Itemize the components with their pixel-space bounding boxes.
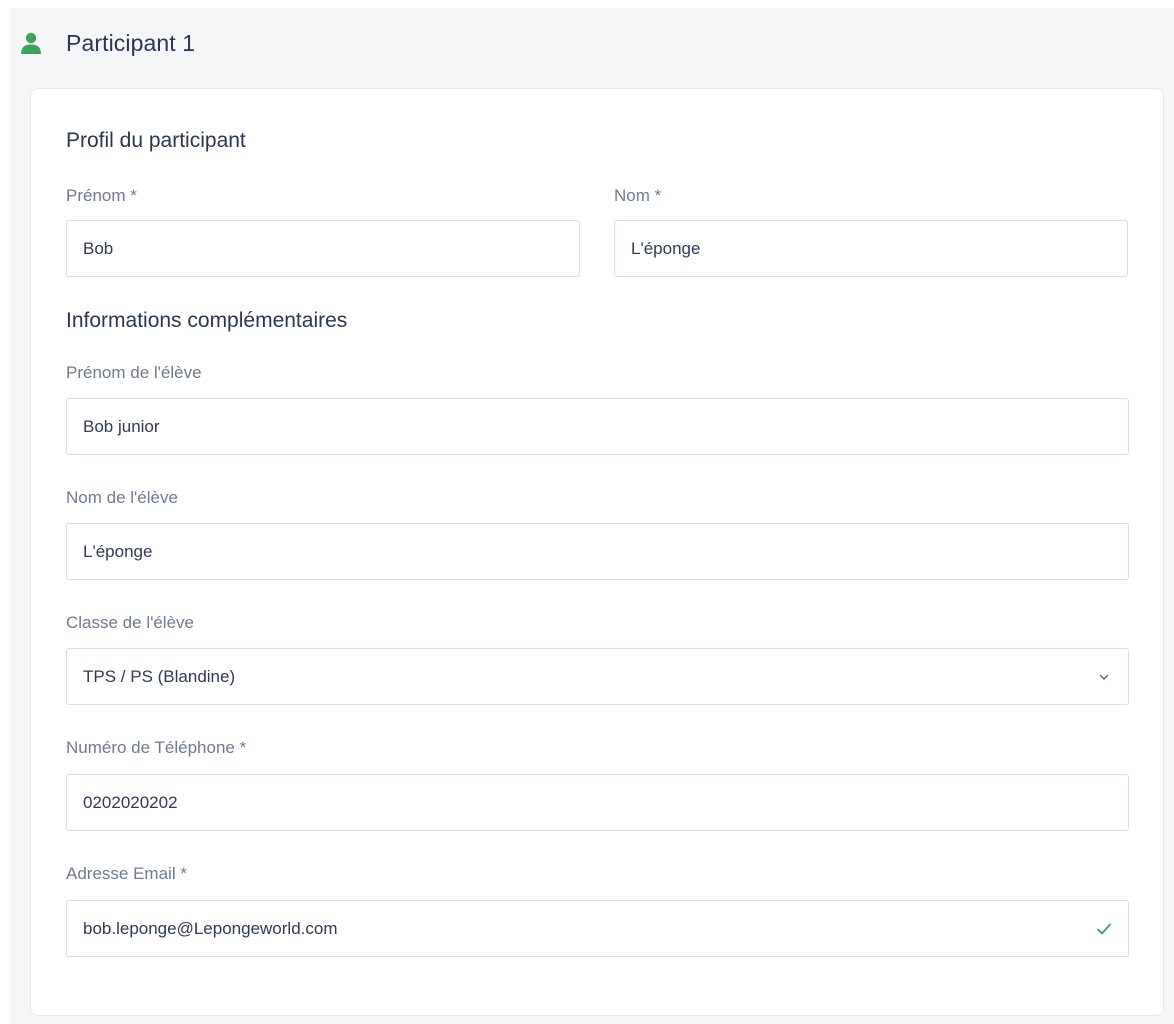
email-label: Adresse Email * <box>66 864 187 883</box>
last-name-label: Nom * <box>614 186 662 205</box>
first-name-field[interactable]: Bob <box>66 220 580 277</box>
phone-label: Numéro de Téléphone * <box>66 738 247 757</box>
student-class-label: Classe de l'élève <box>66 613 194 632</box>
student-class-value: TPS / PS (Blandine) <box>83 666 236 686</box>
last-name-value: L'éponge <box>631 238 701 258</box>
student-first-name-field[interactable]: Bob junior <box>66 398 1129 455</box>
user-icon <box>20 32 42 54</box>
phone-field[interactable]: 0202020202 <box>66 774 1129 831</box>
student-last-name-label: Nom de l'élève <box>66 488 178 507</box>
participant-header: Participant 1 <box>20 28 195 58</box>
chevron-down-icon <box>1096 669 1112 685</box>
phone-value: 0202020202 <box>83 792 178 812</box>
student-last-name-value: L'éponge <box>83 541 153 561</box>
extra-section-title: Informations complémentaires <box>66 309 348 332</box>
first-name-value: Bob <box>83 238 114 258</box>
participant-form-card: Profil du participant Prénom * Bob Nom *… <box>30 88 1164 1016</box>
student-last-name-field[interactable]: L'éponge <box>66 523 1129 580</box>
student-first-name-value: Bob junior <box>83 416 160 436</box>
student-first-name-label: Prénom de l'élève <box>66 363 202 382</box>
student-class-select[interactable]: TPS / PS (Blandine) <box>66 648 1129 705</box>
checkmark-icon <box>1096 921 1112 937</box>
participant-title: Participant 1 <box>66 29 196 56</box>
last-name-field[interactable]: L'éponge <box>614 220 1128 277</box>
email-value: bob.leponge@Lepongeworld.com <box>83 918 338 938</box>
first-name-label: Prénom * <box>66 186 137 205</box>
email-field[interactable]: bob.leponge@Lepongeworld.com <box>66 900 1129 957</box>
profile-section-title: Profil du participant <box>66 129 246 152</box>
